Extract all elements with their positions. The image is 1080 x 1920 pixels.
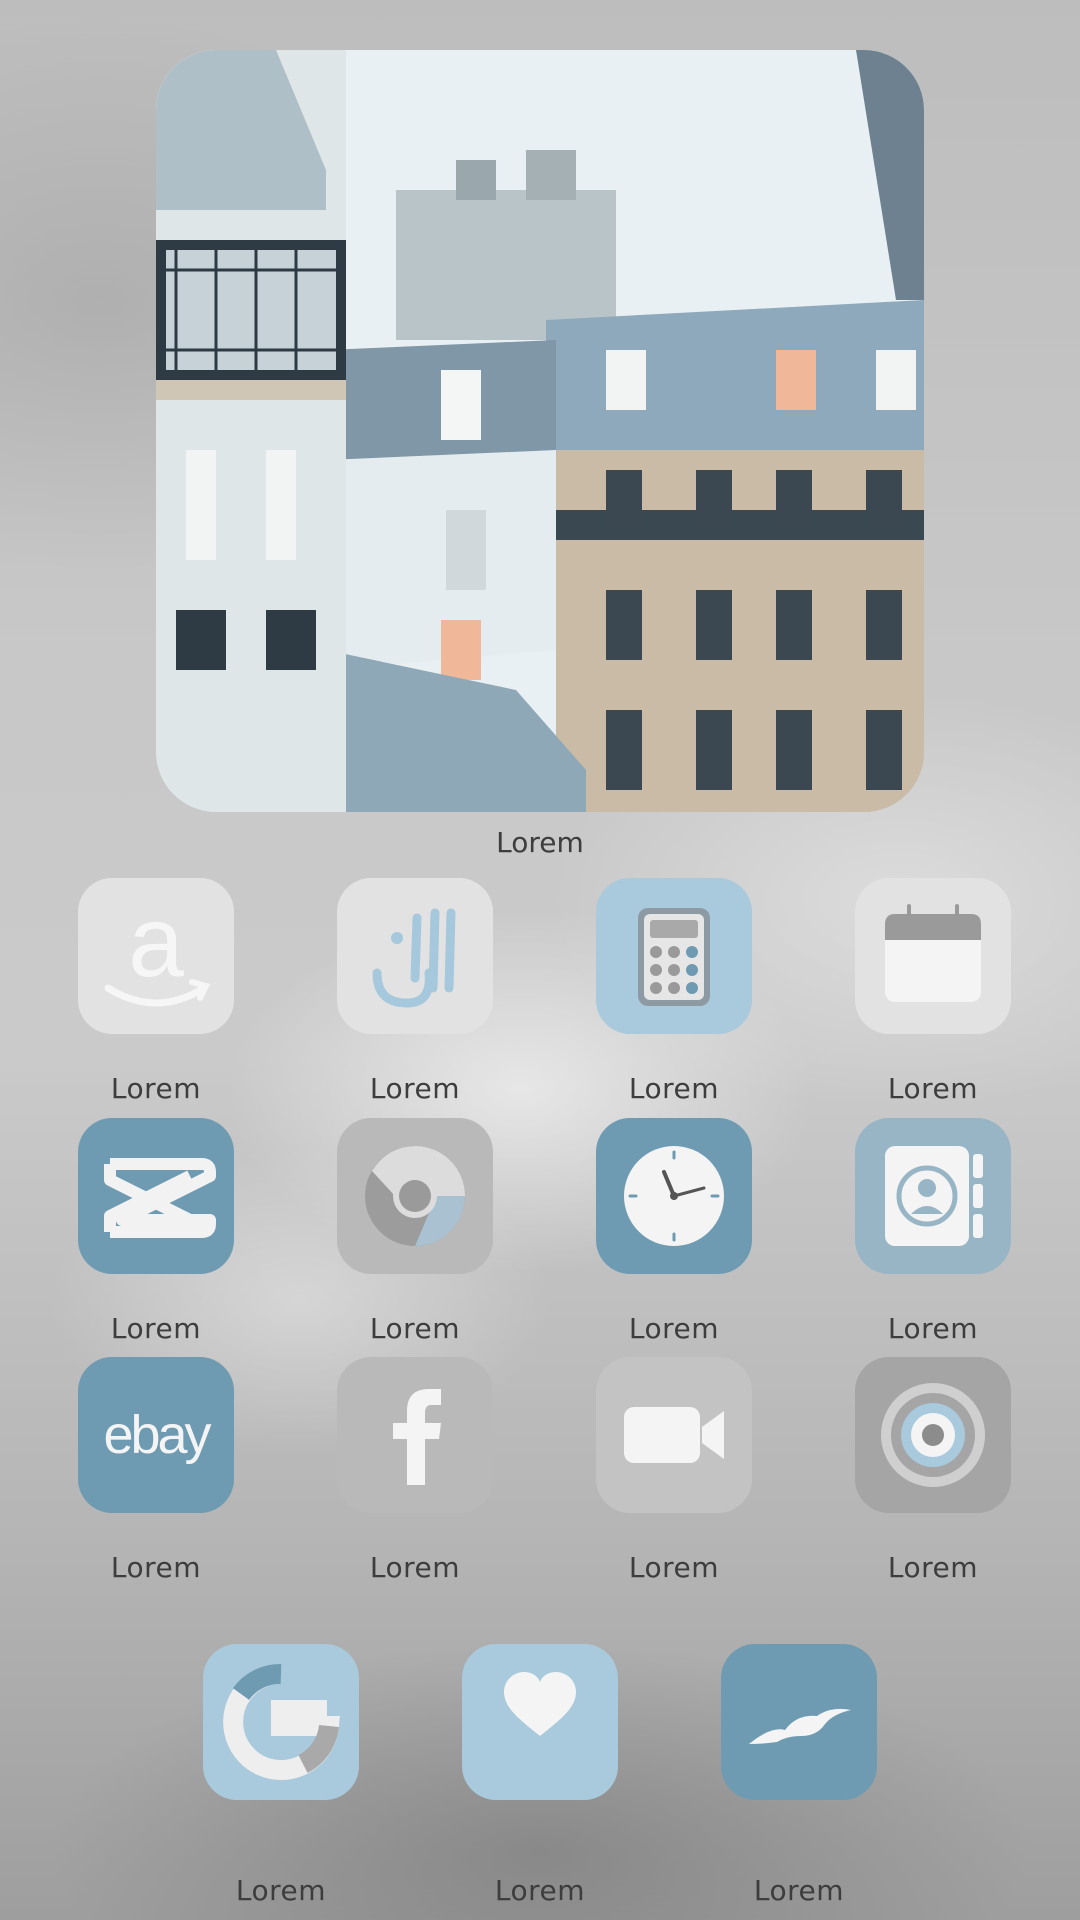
- app-tile[interactable]: [203, 1644, 359, 1800]
- photo-widget-label: Lorem: [496, 826, 584, 859]
- app-label: Lorem: [887, 1312, 979, 1345]
- app-clock[interactable]: Lorem: [596, 1118, 752, 1345]
- app-calligraphy[interactable]: Lorem: [337, 878, 493, 1105]
- app-tile[interactable]: [78, 1118, 234, 1274]
- app-tile[interactable]: [462, 1644, 618, 1800]
- heart-icon: [504, 1672, 576, 1736]
- app-tile[interactable]: [337, 1118, 493, 1274]
- app-tile[interactable]: [596, 878, 752, 1034]
- app-chrome[interactable]: Lorem: [337, 1118, 493, 1345]
- contacts-icon: [885, 1146, 983, 1246]
- app-label: Lorem: [628, 1551, 720, 1584]
- dock-app-health[interactable]: Lorem: [462, 1644, 618, 1907]
- app-calculator[interactable]: Lorem: [596, 878, 752, 1105]
- facebook-icon: [393, 1389, 441, 1485]
- app-ebay[interactable]: ebay Lorem: [78, 1357, 234, 1584]
- paris-buildings-photo: [156, 50, 924, 812]
- app-facebook[interactable]: Lorem: [337, 1357, 493, 1584]
- app-label: Lorem: [110, 1312, 202, 1345]
- app-tile[interactable]: [596, 1118, 752, 1274]
- dock-app-label: Lorem: [753, 1874, 845, 1907]
- app-capcut[interactable]: Lorem: [78, 1118, 234, 1345]
- seagull-icon: [749, 1708, 851, 1744]
- google-icon: [223, 1664, 340, 1780]
- app-label: Lorem: [628, 1312, 720, 1345]
- app-tile[interactable]: [721, 1644, 877, 1800]
- dock-app-label: Lorem: [494, 1874, 586, 1907]
- dock-app-google[interactable]: Lorem: [203, 1644, 359, 1907]
- clock-icon: [624, 1146, 724, 1246]
- app-tile[interactable]: [855, 1118, 1011, 1274]
- app-amazon[interactable]: a Lorem: [78, 878, 234, 1105]
- capcut-icon: [104, 1158, 216, 1238]
- app-label: Lorem: [369, 1551, 461, 1584]
- app-tile[interactable]: [337, 878, 493, 1034]
- app-label: Lorem: [110, 1551, 202, 1584]
- app-tile[interactable]: [855, 1357, 1011, 1513]
- app-label: Lorem: [110, 1072, 202, 1105]
- calculator-icon: [638, 908, 710, 1006]
- svg-text:a: a: [128, 886, 184, 998]
- video-camera-icon: [624, 1407, 724, 1463]
- camera-lens-icon: [881, 1383, 985, 1487]
- amazon-icon: a: [104, 886, 211, 1007]
- app-tile[interactable]: [337, 1357, 493, 1513]
- dock-app-label: Lorem: [235, 1874, 327, 1907]
- app-tile[interactable]: [596, 1357, 752, 1513]
- app-contacts[interactable]: Lorem: [855, 1118, 1011, 1345]
- app-label: Lorem: [369, 1312, 461, 1345]
- app-label: Lorem: [369, 1072, 461, 1105]
- app-tile[interactable]: a: [78, 878, 234, 1034]
- calendar-icon: [885, 904, 981, 1002]
- dock-app-hollister[interactable]: Lorem: [721, 1644, 877, 1907]
- app-label: Lorem: [887, 1072, 979, 1105]
- app-label: Lorem: [887, 1551, 979, 1584]
- app-camera[interactable]: Lorem: [855, 1357, 1011, 1584]
- photo-widget[interactable]: [156, 50, 924, 812]
- app-video[interactable]: Lorem: [596, 1357, 752, 1584]
- chrome-icon: [365, 1146, 465, 1246]
- app-tile[interactable]: [855, 878, 1011, 1034]
- app-tile[interactable]: ebay: [78, 1357, 234, 1513]
- arabic-calligraphy-icon: [372, 908, 456, 1008]
- ebay-icon: ebay: [103, 1405, 211, 1465]
- app-label: Lorem: [628, 1072, 720, 1105]
- app-calendar[interactable]: Lorem: [855, 878, 1011, 1105]
